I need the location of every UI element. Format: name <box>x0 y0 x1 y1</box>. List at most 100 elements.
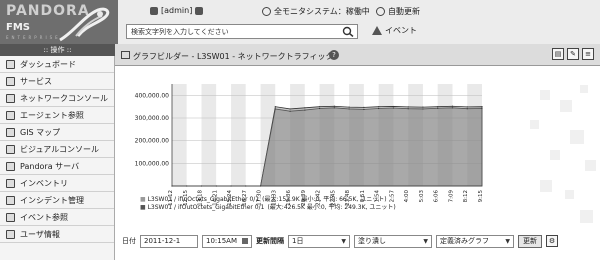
chart-legend: ■ L3SW01 / ifInOctets_GigabitEther 0/1 (最… <box>140 196 470 212</box>
period-select[interactable]: 1日 ▼ <box>288 234 350 248</box>
graph-type-select[interactable]: 定義済みグラフ ▼ <box>436 234 514 248</box>
sidebar-item[interactable]: ビジュアルコンソール <box>0 141 114 158</box>
inventory-icon <box>6 178 15 188</box>
chevron-down-icon: ▼ <box>341 237 346 245</box>
network-console-icon <box>6 93 15 103</box>
search-input[interactable]: 検索文字列を入力してください <box>126 24 358 39</box>
sidebar-item[interactable]: イベント参照 <box>0 209 114 226</box>
events-link[interactable]: イベント <box>372 25 417 36</box>
data-point <box>348 108 350 110</box>
data-point <box>481 107 483 110</box>
sidebar-item[interactable]: GIS マップ <box>0 124 114 141</box>
data-point <box>437 106 439 108</box>
data-point <box>451 107 454 109</box>
dashboard-icon <box>6 59 15 69</box>
legend-swatch: ■ <box>140 204 148 211</box>
events-text: イベント <box>385 26 417 35</box>
list-graph-icon[interactable]: ≡ <box>582 48 594 60</box>
data-point <box>363 106 365 108</box>
grid-band <box>245 84 261 186</box>
pandora-fms-logo[interactable]: PANDORA FMS ENTERPRISE <box>0 0 118 44</box>
legend-stats: (最大:426.5K 最小:0, 平均: 249.3K, ユニット) <box>267 204 396 211</box>
page-title-bar: グラフビルダー - L3SW01 - ネットワークトラフィック ? ▤ ✎ ≡ <box>115 44 600 66</box>
y-tick-label: 100,000.00 <box>135 160 170 167</box>
search-icon[interactable] <box>342 26 354 37</box>
data-point <box>451 105 454 107</box>
sidebar-item[interactable]: Pandora サーバ <box>0 158 114 175</box>
sidebar-item-label: サービス <box>20 76 52 86</box>
logo-sub-text: ENTERPRISE <box>6 35 61 40</box>
services-icon <box>6 76 15 86</box>
fill-select[interactable]: 塗り潰し ▼ <box>354 234 432 248</box>
refresh-icon <box>376 7 385 16</box>
y-tick-label: 200,000.00 <box>135 138 170 145</box>
data-point <box>304 107 306 109</box>
legend-entry: ■ L3SW01 / ifOutOctets_GigabitEther 0/1(… <box>140 204 470 212</box>
logo-main-text: FMS <box>6 22 30 33</box>
date-input[interactable]: 2011-12-1 <box>140 234 198 248</box>
background-decoration <box>530 85 596 223</box>
data-point <box>333 107 335 109</box>
data-point <box>319 106 321 108</box>
user-link[interactable]: [admin] <box>150 6 204 15</box>
edit-graph-icon[interactable]: ✎ <box>567 48 579 60</box>
data-point <box>392 107 395 109</box>
data-point <box>363 108 365 110</box>
refresh-button[interactable]: 更新 <box>518 234 542 248</box>
chevron-down-icon: ▼ <box>505 237 510 245</box>
chevron-down-icon: ▼ <box>423 237 428 245</box>
sidebar-item[interactable]: サービス <box>0 73 114 90</box>
incident-icon <box>6 195 15 205</box>
sidebar-item[interactable]: ユーザ情報 <box>0 226 114 243</box>
time-input[interactable]: 10:15AM <box>202 234 252 248</box>
y-tick-label: 300,000.00 <box>135 115 170 122</box>
graph-view-icon[interactable]: ▤ <box>552 48 564 60</box>
logout-icon[interactable] <box>195 6 204 15</box>
grid-band <box>231 84 246 186</box>
sidebar-item-label: ダッシュボード <box>20 59 76 69</box>
data-point <box>407 108 409 110</box>
sidebar-item[interactable]: インベントリ <box>0 175 114 192</box>
grid-band <box>201 84 217 186</box>
user-icon <box>6 229 15 239</box>
page-title: グラフビルダー - L3SW01 - ネットワークトラフィック <box>133 52 334 61</box>
sidebar-item-label: ユーザ情報 <box>20 229 60 239</box>
data-point <box>378 107 380 110</box>
visual-console-icon <box>6 144 15 154</box>
data-point <box>289 110 291 112</box>
sidebar-item-label: イベント参照 <box>20 212 68 222</box>
auto-refresh-link[interactable]: 自動更新 <box>376 6 420 17</box>
user-name: [admin] <box>161 6 193 15</box>
logo-swirl-icon <box>59 7 110 42</box>
sidebar-item[interactable]: ネットワークコンソール <box>0 90 114 107</box>
graph-options-form: 日付 2011-12-1 10:15AM 更新間隔 1日 ▼ 塗り潰し ▼ 定義済み… <box>122 232 600 250</box>
user-icon <box>150 6 158 15</box>
data-point <box>392 105 395 108</box>
sidebar-item-label: GIS マップ <box>20 127 61 137</box>
sidebar-item[interactable]: インシデント管理 <box>0 192 114 209</box>
auto-refresh-text: 自動更新 <box>388 7 420 16</box>
data-point <box>466 108 468 110</box>
status-icon <box>262 7 271 16</box>
data-point <box>304 109 306 111</box>
data-point <box>422 106 424 108</box>
server-icon <box>6 161 15 171</box>
legend-swatch: ■ <box>140 196 148 203</box>
sidebar-item-label: インベントリ <box>20 178 68 188</box>
y-tick-label: 400,000.00 <box>135 92 170 99</box>
sidebar-item[interactable]: ダッシュボード <box>0 56 114 73</box>
help-icon[interactable]: ? <box>329 50 339 60</box>
system-status[interactable]: 全モニタシステム：稼働中 <box>262 6 370 17</box>
sidebar: ダッシュボード サービスネットワークコンソールエージェント参照 GIS マップビジュ… <box>0 56 115 260</box>
date-label: 日付 <box>122 237 136 245</box>
graph-settings-icon[interactable]: ⚙ <box>546 235 558 247</box>
data-point <box>422 108 424 110</box>
event-icon <box>6 212 15 222</box>
data-point <box>437 107 439 109</box>
sidebar-item[interactable]: エージェント参照 <box>0 107 114 124</box>
sidebar-item-label: ネットワークコンソール <box>20 93 108 103</box>
legend-entry: ■ L3SW01 / ifInOctets_GigabitEther 0/1 (最… <box>140 196 470 204</box>
sidebar-item-label: インシデント管理 <box>20 195 84 205</box>
graph-builder-icon <box>121 51 130 59</box>
data-point <box>481 106 483 108</box>
